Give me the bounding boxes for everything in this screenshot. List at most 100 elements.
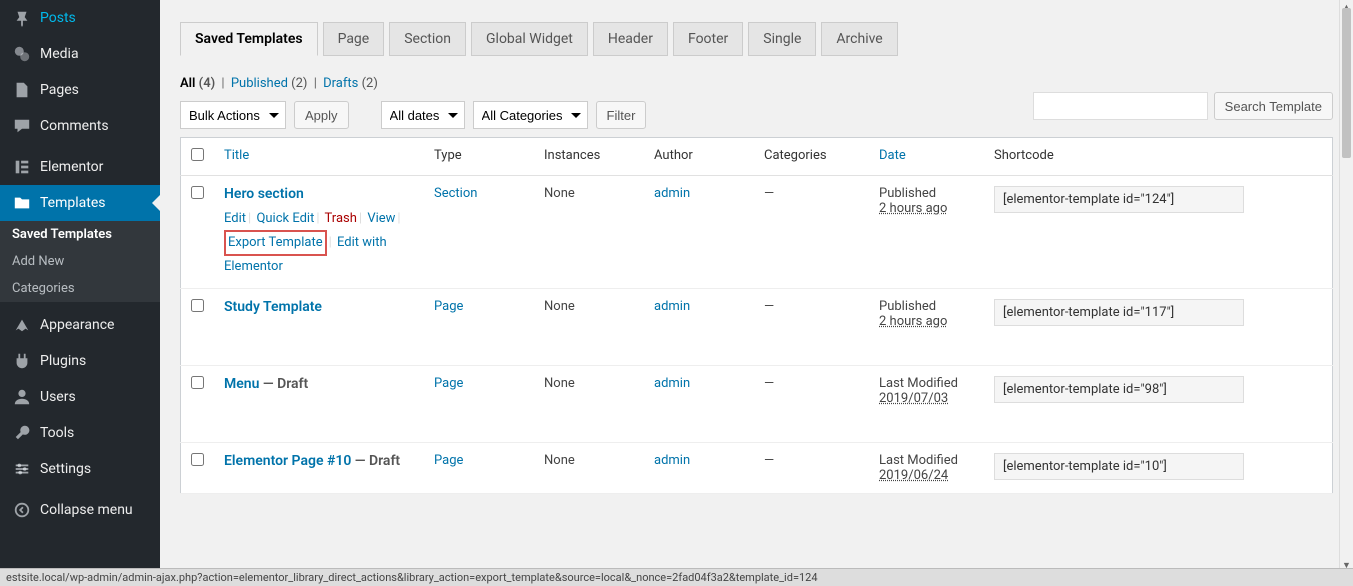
row-author[interactable]: admin	[654, 299, 690, 314]
scrollbar[interactable]: ▲ ▼	[1339, 0, 1353, 572]
row-date: Last Modified2019/06/24	[869, 443, 984, 494]
sidebar-item-label: Collapse menu	[40, 502, 133, 518]
sidebar-item-pages[interactable]: Pages	[0, 72, 160, 108]
filter-button[interactable]: Filter	[596, 101, 647, 129]
sidebar-item-comments[interactable]: Comments	[0, 108, 160, 144]
shortcode-field[interactable]	[994, 376, 1244, 403]
settings-icon	[12, 459, 32, 479]
admin-sidebar: Posts Media Pages Comments Elementor Tem…	[0, 0, 160, 586]
row-title-link[interactable]: Study Template	[224, 299, 322, 315]
sidebar-item-media[interactable]: Media	[0, 36, 160, 72]
table-row: Hero section Edit| Quick Edit| Trash| Vi…	[181, 176, 1333, 289]
row-checkbox[interactable]	[191, 453, 204, 466]
categories-select[interactable]: All Categories	[473, 101, 588, 129]
col-categories: Categories	[754, 138, 869, 176]
tab-page[interactable]: Page	[323, 22, 385, 56]
row-type[interactable]: Page	[434, 453, 463, 468]
row-categories: —	[754, 176, 869, 289]
elementor-icon	[12, 157, 32, 177]
row-checkbox[interactable]	[191, 299, 204, 312]
filter-drafts[interactable]: Drafts (2)	[323, 76, 378, 91]
sidebar-item-tools[interactable]: Tools	[0, 415, 160, 451]
row-type[interactable]: Section	[434, 186, 477, 201]
table-row: Menu — Draft Page None admin — Last Modi…	[181, 366, 1333, 443]
sidebar-item-label: Settings	[40, 461, 91, 477]
sidebar-item-label: Media	[40, 46, 79, 62]
row-author[interactable]: admin	[654, 453, 690, 468]
main-content: Saved Templates Page Section Global Widg…	[160, 0, 1353, 586]
sidebar-item-appearance[interactable]: Appearance	[0, 307, 160, 343]
shortcode-field[interactable]	[994, 453, 1244, 480]
sidebar-submenu: Saved Templates Add New Categories	[0, 221, 160, 302]
sidebar-item-label: Appearance	[40, 317, 114, 333]
sidebar-item-label: Users	[40, 389, 76, 405]
row-title-link[interactable]: Hero section	[224, 186, 304, 202]
search-button[interactable]: Search Template	[1214, 92, 1333, 120]
row-instances: None	[534, 176, 644, 289]
tab-section[interactable]: Section	[389, 22, 466, 56]
row-checkbox[interactable]	[191, 376, 204, 389]
row-author[interactable]: admin	[654, 376, 690, 391]
filter-all[interactable]: All (4)	[180, 76, 215, 91]
row-date: Last Modified2019/07/03	[869, 366, 984, 443]
tab-footer[interactable]: Footer	[673, 22, 743, 56]
action-view[interactable]: View	[367, 211, 395, 226]
row-title-link[interactable]: Menu	[224, 376, 259, 392]
sidebar-item-plugins[interactable]: Plugins	[0, 343, 160, 379]
row-type[interactable]: Page	[434, 299, 463, 314]
col-date[interactable]: Date	[879, 148, 906, 163]
scrollbar-thumb[interactable]	[1342, 8, 1351, 158]
dates-select[interactable]: All dates	[381, 101, 465, 129]
sidebar-item-users[interactable]: Users	[0, 379, 160, 415]
template-tabs: Saved Templates Page Section Global Widg…	[180, 22, 1333, 56]
action-quick-edit[interactable]: Quick Edit	[256, 211, 314, 226]
filter-published[interactable]: Published (2)	[231, 76, 308, 91]
submenu-saved-templates[interactable]: Saved Templates	[0, 221, 160, 248]
sidebar-item-label: Plugins	[40, 353, 86, 369]
row-date: Published2 hours ago	[869, 176, 984, 289]
action-export-template[interactable]: Export Template	[228, 235, 323, 250]
sidebar-item-templates[interactable]: Templates	[0, 185, 160, 221]
submenu-add-new[interactable]: Add New	[0, 248, 160, 275]
sidebar-item-collapse[interactable]: Collapse menu	[0, 492, 160, 528]
col-shortcode: Shortcode	[984, 138, 1333, 176]
row-author[interactable]: admin	[654, 186, 690, 201]
table-row: Elementor Page #10 — Draft Page None adm…	[181, 443, 1333, 494]
submenu-categories[interactable]: Categories	[0, 275, 160, 302]
search-box: Search Template	[1033, 92, 1333, 120]
row-categories: —	[754, 443, 869, 494]
shortcode-field[interactable]	[994, 186, 1244, 213]
tab-header[interactable]: Header	[593, 22, 668, 56]
tab-saved-templates[interactable]: Saved Templates	[180, 22, 318, 56]
shortcode-field[interactable]	[994, 299, 1244, 326]
row-checkbox[interactable]	[191, 186, 204, 199]
row-title-link[interactable]: Elementor Page #10	[224, 453, 351, 469]
sidebar-item-label: Tools	[40, 425, 74, 441]
tab-global-widget[interactable]: Global Widget	[471, 22, 588, 56]
pin-icon	[12, 8, 32, 28]
sidebar-item-label: Templates	[40, 195, 106, 211]
sidebar-item-label: Elementor	[40, 159, 103, 175]
col-title[interactable]: Title	[224, 148, 249, 163]
select-all-checkbox[interactable]	[191, 148, 204, 161]
media-icon	[12, 44, 32, 64]
bulk-actions-select[interactable]: Bulk Actions	[180, 101, 286, 129]
action-edit[interactable]: Edit	[224, 211, 246, 226]
row-instances: None	[534, 443, 644, 494]
row-type[interactable]: Page	[434, 376, 463, 391]
sidebar-item-elementor[interactable]: Elementor	[0, 149, 160, 185]
col-author: Author	[644, 138, 754, 176]
tab-archive[interactable]: Archive	[821, 22, 897, 56]
search-input[interactable]	[1033, 92, 1208, 120]
row-instances: None	[534, 366, 644, 443]
collapse-icon	[12, 500, 32, 520]
row-categories: —	[754, 366, 869, 443]
apply-button[interactable]: Apply	[294, 101, 349, 129]
tab-single[interactable]: Single	[748, 22, 816, 56]
sidebar-item-posts[interactable]: Posts	[0, 0, 160, 36]
sidebar-item-settings[interactable]: Settings	[0, 451, 160, 487]
row-date: Published2 hours ago	[869, 289, 984, 366]
templates-table: Title Type Instances Author Categories D…	[180, 137, 1333, 494]
sidebar-item-label: Pages	[40, 82, 79, 98]
action-trash[interactable]: Trash	[325, 211, 357, 226]
